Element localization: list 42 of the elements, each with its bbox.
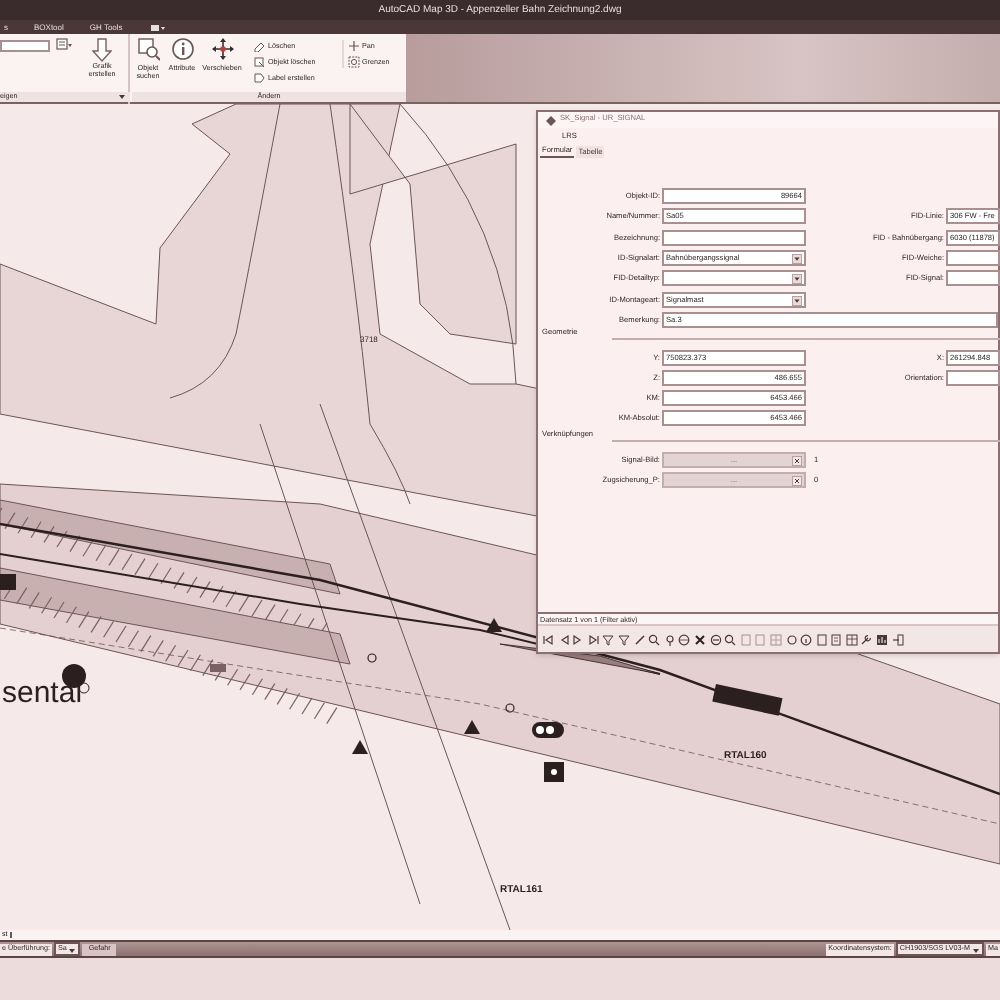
search-icon [137, 38, 159, 62]
last-record-icon [587, 633, 600, 645]
globe-icon [678, 633, 691, 645]
eraser-icon [254, 40, 266, 52]
input-field[interactable] [662, 229, 806, 246]
caret-icon [792, 253, 802, 264]
caret-icon [792, 274, 802, 285]
pin-icon [663, 633, 676, 645]
dropdown-field[interactable] [0, 40, 50, 52]
dropdown-field[interactable] [662, 270, 806, 287]
window-icon [150, 23, 167, 31]
caret-icon [68, 947, 77, 953]
info-icon [171, 38, 193, 62]
search-icon [648, 633, 661, 645]
grid-icon [769, 633, 782, 645]
pencil-icon [633, 633, 646, 645]
zoom-icon [709, 633, 722, 645]
table-icon [845, 633, 858, 645]
close-icon [792, 476, 802, 486]
close-icon [792, 456, 802, 466]
wrench-icon [860, 633, 873, 645]
previous-record-icon [557, 633, 570, 645]
diamond-icon [546, 115, 556, 125]
caret-icon [118, 94, 126, 100]
chart-icon [876, 633, 889, 645]
input-field[interactable] [946, 249, 1000, 266]
caret-icon [792, 295, 802, 305]
first-record-icon [542, 633, 554, 645]
input-field[interactable] [946, 270, 1000, 287]
box-icon [254, 56, 266, 68]
search-icon [724, 633, 737, 645]
caret-icon [972, 947, 980, 953]
tag-icon [254, 72, 266, 84]
next-record-icon [572, 633, 585, 645]
info-icon [800, 633, 813, 645]
table-icon [56, 38, 72, 52]
input-field[interactable] [946, 370, 1000, 386]
close-icon [693, 633, 706, 645]
move-icon [211, 38, 233, 62]
exit-icon [891, 633, 904, 645]
pan-icon [348, 40, 360, 52]
zoom-extents-icon [348, 56, 360, 68]
